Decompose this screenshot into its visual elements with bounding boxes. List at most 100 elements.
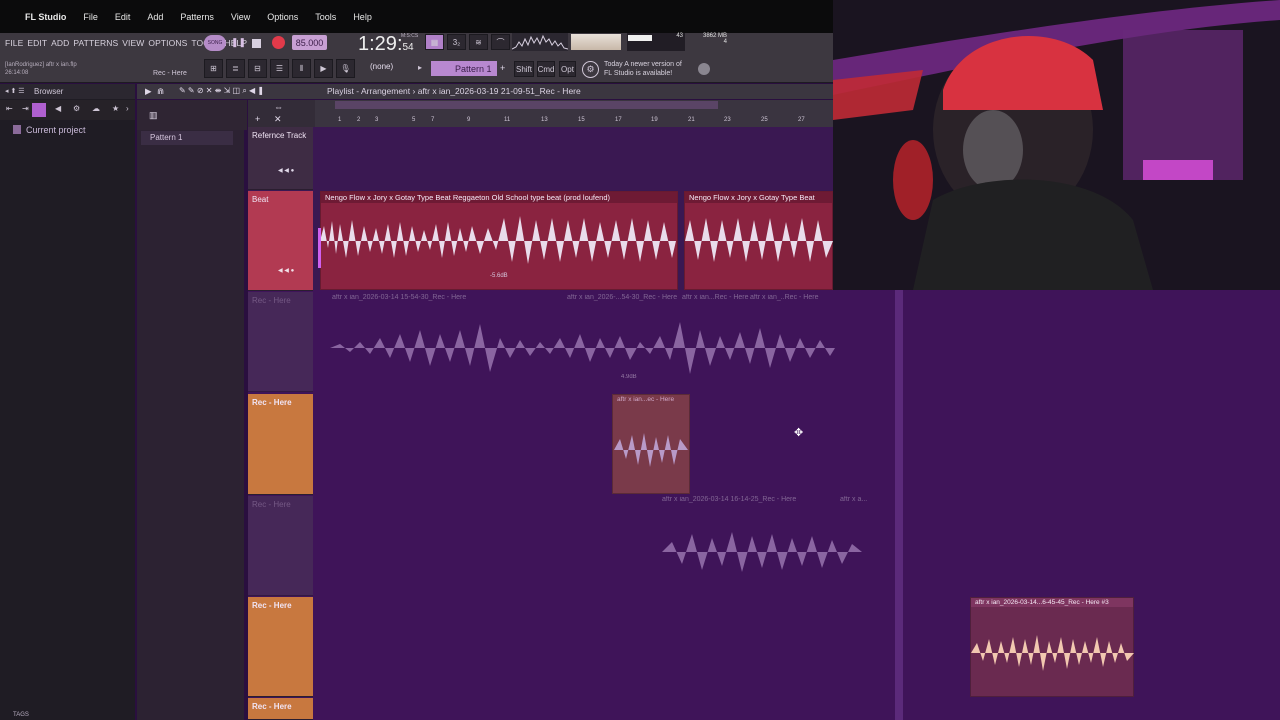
track-header-rec-3[interactable]: Rec - Here — [248, 496, 313, 596]
track-header-beat[interactable]: Beat ◀ ◀ ● — [248, 191, 313, 291]
window-buttons: ⊞ ≣ ⊟ ☰ ⫴ ▶ 🎙 — [204, 59, 355, 78]
wait-icon[interactable]: ≋ — [469, 34, 488, 50]
pat-song-toggle[interactable]: SONG — [204, 35, 226, 51]
track-header-rec-2[interactable]: Rec - Here — [248, 394, 313, 495]
folder-icon — [13, 125, 21, 134]
menu-patterns[interactable]: Patterns — [180, 12, 214, 22]
webcam-image — [833, 0, 1280, 290]
channel-rack-icon[interactable]: ≣ — [226, 59, 245, 78]
elapsed-time: 26:14:08 — [5, 70, 29, 76]
cloud-icon[interactable]: ☁ — [92, 104, 100, 113]
menu-tools[interactable]: Tools — [315, 12, 336, 22]
pattern-item[interactable]: Pattern 1 — [141, 131, 233, 145]
menu-add[interactable]: Add — [147, 12, 163, 22]
record-icon[interactable] — [272, 36, 285, 49]
news-panel[interactable]: Today A newer version of FL Studio is av… — [604, 60, 682, 78]
menu-file[interactable]: File — [83, 12, 98, 22]
mixer-faders-icon[interactable]: ⫴ — [292, 59, 311, 78]
track-controls-icon[interactable]: ◀ ◀ ● — [278, 267, 294, 274]
menu-view[interactable]: View — [231, 12, 250, 22]
tick-label: 23 — [724, 117, 731, 123]
plugin-picker-icon[interactable]: ▶ — [314, 59, 333, 78]
speaker-icon[interactable]: ◀ — [55, 104, 61, 113]
rec-waveform-3 — [662, 532, 862, 572]
track-header-rec-4[interactable]: Rec - Here — [248, 597, 313, 697]
snap-icon[interactable]: ⋒ — [157, 86, 164, 97]
tick-label: 19 — [651, 117, 658, 123]
cursor-icon: ✥ — [794, 427, 804, 439]
zoom-icon[interactable]: ⇔ — [274, 102, 283, 112]
playlist-title: Playlist - Arrangement › aftr x ian_2026… — [327, 86, 581, 96]
fl-menu-edit[interactable]: EDIT — [27, 38, 47, 48]
expand-icon[interactable]: ⇥ — [22, 104, 29, 113]
track-header-rec-5[interactable]: Rec - Here — [248, 698, 313, 720]
pattern-selector[interactable]: Pattern 1 — [431, 61, 497, 76]
clip-title: aftr x ian_2026-03-14...6-45-45_Rec - He… — [971, 598, 1133, 607]
track-name: Rec - Here — [252, 601, 292, 610]
preset-selector[interactable]: (none) — [370, 62, 393, 71]
current-project-item[interactable]: Current project — [26, 125, 86, 135]
more-icon[interactable]: › — [126, 104, 129, 113]
settings-icon[interactable]: ⚙ — [73, 104, 80, 113]
tick-label: 7 — [431, 117, 435, 123]
picker-toolbar: ▥ — [137, 100, 247, 130]
pattern-picker-icon[interactable]: ▥ — [149, 110, 158, 121]
loop-record-icon[interactable]: ⌒ — [491, 34, 510, 50]
master-volume[interactable] — [571, 34, 621, 50]
cmd-key[interactable]: Cmd — [537, 61, 555, 77]
playlist-title-text: Playlist - Arrangement — [327, 86, 411, 96]
count-icon[interactable]: 3₂ — [447, 34, 466, 50]
delete-track-icon[interactable]: ✕ — [274, 114, 282, 125]
playlist-tools-icon[interactable]: ✎ ✎ ⊘ ✕ ⇼ ⇲ ◫ ⌕ ◀ ❚ — [179, 86, 264, 96]
add-track-icon[interactable]: + — [255, 114, 260, 124]
shift-key[interactable]: Shift — [514, 61, 534, 77]
update-icon[interactable] — [698, 63, 710, 75]
add-pattern-icon[interactable]: + — [500, 63, 505, 73]
tempo-display[interactable]: 85.000 — [292, 35, 327, 50]
fl-menu-patterns[interactable]: PATTERNS — [73, 38, 118, 48]
fl-menu-file[interactable]: FILE — [5, 38, 23, 48]
fl-menu-options[interactable]: OPTIONS — [148, 38, 187, 48]
microphone-icon[interactable]: 🎙 — [336, 59, 355, 78]
pause-icon[interactable]: ❚❚ — [231, 37, 246, 48]
filter-icon[interactable] — [32, 103, 46, 117]
menu-options[interactable]: Options — [267, 12, 298, 22]
menu-edit[interactable]: Edit — [115, 12, 131, 22]
collapse-icon[interactable]: ⇤ — [6, 104, 13, 113]
browser-nav-icon[interactable]: ◂ ⬆ ☰ — [5, 87, 25, 95]
piano-roll-icon[interactable]: ⊟ — [248, 59, 267, 78]
playhead-shadow — [895, 290, 903, 720]
tick-label: 3 — [375, 117, 379, 123]
app-menu[interactable]: FL Studio — [25, 12, 66, 22]
pattern-prev-icon[interactable]: ▸ — [418, 63, 422, 72]
timeline-scroll[interactable] — [335, 101, 718, 109]
track-controls-icon[interactable]: ◀ ◀ ● — [278, 167, 294, 174]
star-icon[interactable]: ★ — [112, 104, 119, 113]
metronome-icon[interactable]: ▦ — [425, 34, 444, 50]
tick-label: 25 — [761, 117, 768, 123]
fl-menu-view[interactable]: VIEW — [122, 38, 144, 48]
stop-icon[interactable] — [252, 39, 261, 48]
fl-menu-add[interactable]: ADD — [51, 38, 69, 48]
opt-key[interactable]: Opt — [559, 61, 576, 77]
mixer-icon[interactable]: ⊞ — [204, 59, 223, 78]
playlist-menu-icon[interactable]: ▶ — [145, 86, 152, 97]
rec-waveform-1 — [330, 322, 835, 374]
clip-title: aftr x ian_2026-03-14 15-54-30_Rec - Her… — [332, 294, 467, 301]
track-name: Rec - Here — [252, 500, 291, 509]
tick-label: 1 — [338, 117, 342, 123]
news-icon[interactable]: ⚙ — [582, 61, 599, 78]
clip-title: Nengo Flow x Jory x Gotay Type Beat Regg… — [321, 192, 677, 203]
rec-waveform-4 — [971, 635, 1134, 671]
playhead-marker — [318, 228, 321, 268]
menu-help[interactable]: Help — [353, 12, 372, 22]
news-line-1: Today A newer version of — [604, 61, 682, 68]
track-name: Rec - Here — [252, 296, 291, 305]
track-name: Rec - Here — [252, 398, 292, 407]
voices-value: 4 — [723, 39, 727, 45]
track-header-reference[interactable]: Refernce Track ◀ ◀ ● — [248, 127, 313, 190]
track-name: Beat — [252, 195, 269, 204]
tick-label: 21 — [688, 117, 695, 123]
track-header-rec-1[interactable]: Rec - Here — [248, 292, 313, 392]
playlist-icon[interactable]: ☰ — [270, 59, 289, 78]
